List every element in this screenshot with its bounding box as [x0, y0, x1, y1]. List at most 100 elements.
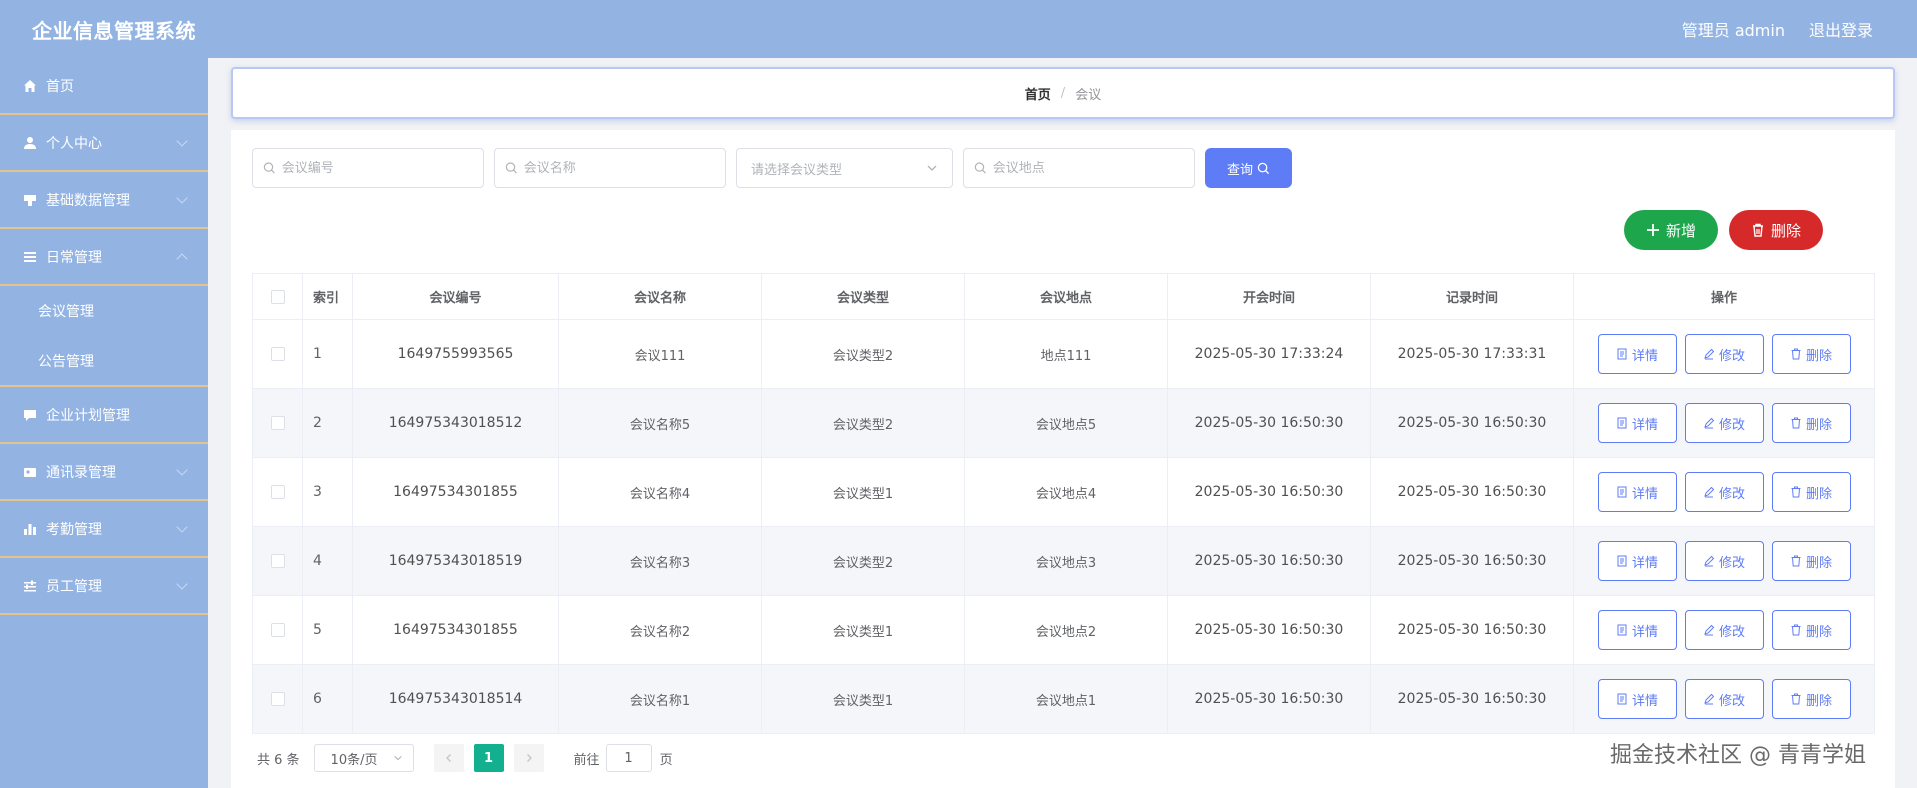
next-page-button[interactable] — [513, 744, 544, 772]
chevron-down-icon — [176, 578, 188, 590]
table-row[interactable]: 4 164975343018519 会议名称3 会议类型2 会议地点3 2025-05-3… — [252, 526, 1875, 596]
edit-button[interactable]: 修改 — [1684, 679, 1764, 719]
detail-button[interactable]: 详情 — [1597, 679, 1677, 719]
sidebar-item-plan[interactable]: 企业计划管理 — [0, 387, 208, 444]
goto-page-input[interactable] — [605, 744, 652, 772]
meeting-code-input[interactable] — [281, 160, 483, 176]
sidebar-item-label: 员工管理 — [46, 578, 102, 595]
detail-button[interactable]: 详情 — [1597, 334, 1677, 374]
prev-page-button[interactable] — [433, 744, 464, 772]
edit-label: 修改 — [1718, 486, 1745, 502]
sidebar-item-contacts[interactable]: 通讯录管理 — [0, 444, 208, 501]
edit-label: 修改 — [1718, 624, 1745, 640]
document-icon — [1617, 693, 1627, 705]
edit-button[interactable]: 修改 — [1684, 472, 1764, 512]
sidebar-item-base-data[interactable]: 基础数据管理 — [0, 172, 208, 229]
delete-button[interactable]: 删除 — [1771, 403, 1851, 443]
delete-button[interactable]: 删除 — [1771, 334, 1851, 374]
user-icon — [22, 135, 38, 151]
add-button[interactable]: 新增 — [1624, 210, 1718, 250]
edit-button[interactable]: 修改 — [1684, 403, 1764, 443]
meeting-name-field[interactable] — [494, 148, 726, 188]
row-start-time: 2025-05-30 16:50:30 — [1167, 664, 1371, 734]
sidebar-item-notice[interactable]: 公告管理 — [0, 336, 208, 387]
query-button[interactable]: 查询 — [1205, 148, 1292, 188]
list-icon — [22, 249, 38, 265]
row-checkbox[interactable] — [270, 416, 285, 430]
delete-button[interactable]: 删除 — [1771, 679, 1851, 719]
table-row[interactable]: 6 164975343018514 会议名称1 会议类型1 会议地点1 2025-05-3… — [252, 664, 1875, 734]
row-ops: 详情 修改 删除 — [1573, 388, 1875, 458]
trash-icon — [1752, 223, 1763, 237]
header-ops: 操作 — [1573, 273, 1875, 320]
sidebar-item-profile[interactable]: 个人中心 — [0, 115, 208, 172]
page-size-value: 10条/页 — [330, 752, 378, 768]
delete-label: 删除 — [1805, 417, 1832, 433]
select-all-checkbox[interactable] — [270, 289, 285, 304]
search-icon — [1257, 162, 1270, 174]
row-checkbox[interactable] — [270, 554, 285, 568]
sidebar-item-label: 日常管理 — [46, 249, 102, 266]
edit-button[interactable]: 修改 — [1684, 334, 1764, 374]
edit-button[interactable]: 修改 — [1684, 610, 1764, 650]
row-start-time: 2025-05-30 16:50:30 — [1167, 595, 1371, 665]
detail-label: 详情 — [1631, 417, 1658, 433]
breadcrumb-home[interactable]: 首页 — [1025, 84, 1051, 103]
logout-link[interactable]: 退出登录 — [1809, 17, 1873, 41]
detail-label: 详情 — [1631, 693, 1658, 709]
trash-icon — [1791, 417, 1801, 429]
delete-button[interactable]: 删除 — [1771, 472, 1851, 512]
row-ops: 详情 修改 删除 — [1573, 595, 1875, 665]
row-type: 会议类型2 — [761, 526, 965, 596]
page-size-select[interactable]: 10条/页 — [313, 744, 414, 772]
trash-icon — [1791, 486, 1801, 498]
edit-icon — [1704, 624, 1715, 636]
sidebar-item-home[interactable]: 首页 — [0, 58, 208, 115]
meeting-place-field[interactable] — [963, 148, 1195, 188]
row-start-time: 2025-05-30 16:50:30 — [1167, 457, 1371, 527]
trash-icon — [1791, 693, 1801, 705]
row-select-cell — [252, 526, 303, 596]
meeting-code-field[interactable] — [252, 148, 484, 188]
edit-icon — [1704, 417, 1715, 429]
row-start-time: 2025-05-30 16:50:30 — [1167, 526, 1371, 596]
row-code: 16497534301855 — [352, 457, 559, 527]
delete-button[interactable]: 删除 — [1771, 541, 1851, 581]
sidebar-item-meeting[interactable]: 会议管理 — [0, 286, 208, 336]
row-checkbox[interactable] — [270, 623, 285, 637]
meeting-place-input[interactable] — [992, 160, 1194, 176]
sidebar-item-daily[interactable]: 日常管理 — [0, 229, 208, 286]
sidebar-item-label: 首页 — [46, 78, 74, 95]
row-place: 会议地点3 — [964, 526, 1168, 596]
edit-button[interactable]: 修改 — [1684, 541, 1764, 581]
row-checkbox[interactable] — [270, 347, 285, 361]
detail-button[interactable]: 详情 — [1597, 541, 1677, 581]
sidebar-item-staff[interactable]: 员工管理 — [0, 558, 208, 615]
row-checkbox[interactable] — [270, 692, 285, 706]
detail-button[interactable]: 详情 — [1597, 403, 1677, 443]
table-row[interactable]: 5 16497534301855 会议名称2 会议类型1 会议地点2 2025-05-30… — [252, 595, 1875, 665]
sidebar-item-label: 基础数据管理 — [46, 192, 130, 209]
edit-label: 修改 — [1718, 417, 1745, 433]
table-row[interactable]: 1 1649755993565 会议111 会议类型2 地点111 2025-05-30 … — [252, 319, 1875, 389]
table-row[interactable]: 3 16497534301855 会议名称4 会议类型1 会议地点4 2025-05-30… — [252, 457, 1875, 527]
row-record-time: 2025-05-30 16:50:30 — [1370, 526, 1574, 596]
row-place: 地点111 — [964, 319, 1168, 389]
detail-button[interactable]: 详情 — [1597, 472, 1677, 512]
add-label: 新增 — [1665, 221, 1696, 240]
search-icon — [263, 162, 275, 174]
sidebar-item-attendance[interactable]: 考勤管理 — [0, 501, 208, 558]
batch-delete-button[interactable]: 删除 — [1729, 210, 1823, 250]
delete-button[interactable]: 删除 — [1771, 610, 1851, 650]
row-checkbox[interactable] — [270, 485, 285, 499]
table-row[interactable]: 2 164975343018512 会议名称5 会议类型2 会议地点5 2025-05-3… — [252, 388, 1875, 458]
meeting-name-input[interactable] — [523, 160, 725, 176]
row-start-time: 2025-05-30 16:50:30 — [1167, 388, 1371, 458]
home-icon — [22, 78, 38, 94]
delete-label: 删除 — [1805, 348, 1832, 364]
search-icon — [505, 162, 517, 174]
page-number-current[interactable]: 1 — [473, 744, 504, 772]
user-name[interactable]: 管理员 admin — [1682, 17, 1785, 41]
detail-button[interactable]: 详情 — [1597, 610, 1677, 650]
meeting-type-select[interactable]: 请选择会议类型 — [736, 148, 953, 188]
